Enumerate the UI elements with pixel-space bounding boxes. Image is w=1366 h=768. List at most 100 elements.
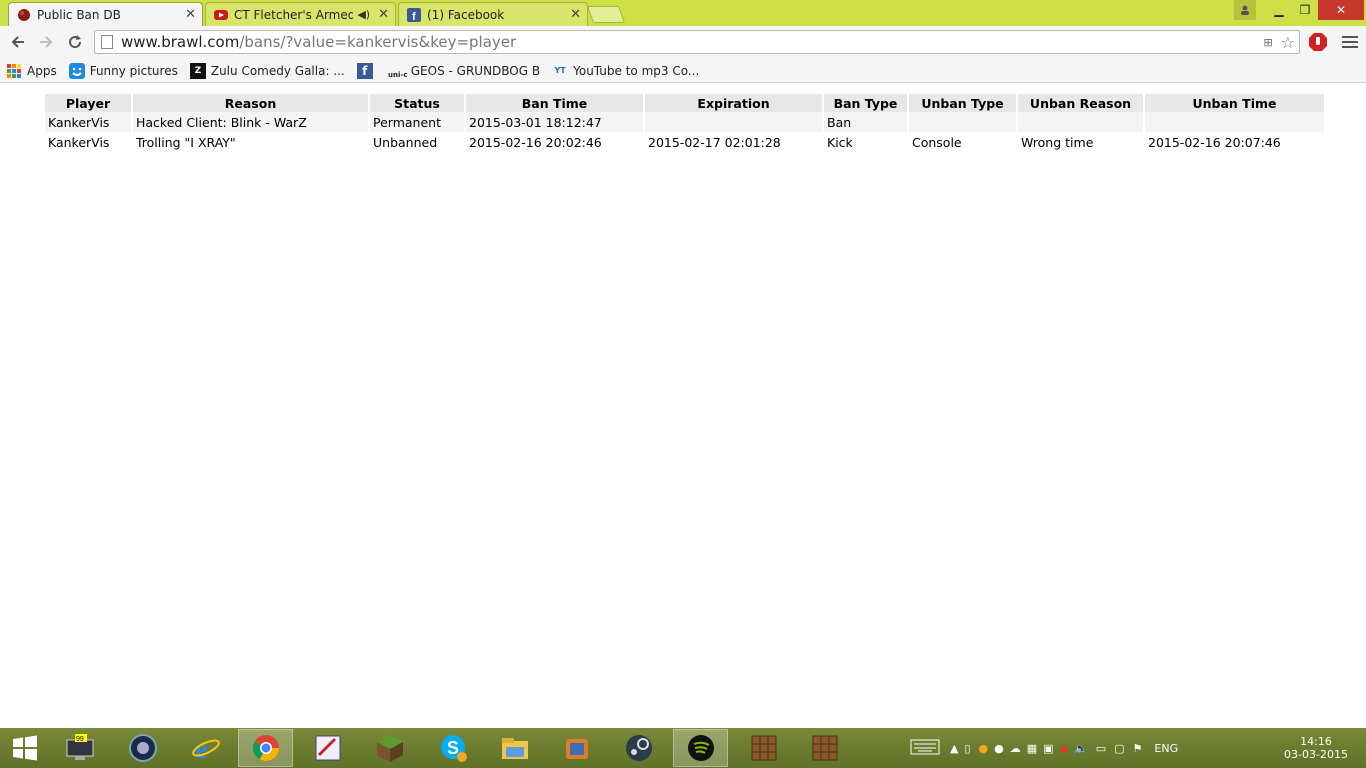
taskbar-internet-explorer[interactable]: e: [178, 729, 233, 767]
tray-onedrive-icon[interactable]: ☁: [1010, 742, 1021, 755]
forward-button[interactable]: [34, 30, 58, 54]
bookmark-geos[interactable]: uni-c GEOS - GRUNDBOG B: [388, 63, 540, 79]
clock-date: 03-03-2015: [1284, 748, 1348, 761]
header-reason: Reason: [133, 94, 368, 112]
taskbar-spotify[interactable]: [673, 729, 728, 767]
bookmarks-bar: Apps Funny pictures Z Zulu Comedy Galla:…: [0, 59, 1366, 83]
chrome-menu-icon[interactable]: [1338, 30, 1362, 54]
cell-expiration: 2015-02-17 02:01:28: [648, 134, 781, 150]
browser-toolbar: www.brawl.com/bans/?value=kankervis&key=…: [0, 26, 1366, 59]
tab-facebook[interactable]: f (1) Facebook ✕: [398, 2, 588, 26]
bookmark-funny-pictures[interactable]: Funny pictures: [68, 62, 178, 79]
speaker-icon: ◀): [357, 8, 371, 21]
header-status: Status: [370, 94, 464, 112]
network-icon[interactable]: ▭: [1096, 742, 1106, 755]
windows-logo-icon: [13, 735, 37, 761]
tv2-zulu-icon: Z: [189, 62, 206, 79]
computer-icon: 99: [66, 734, 93, 760]
funny-pictures-icon: [68, 62, 85, 79]
bookmark-apps[interactable]: Apps: [6, 63, 57, 79]
display-icon[interactable]: ▢: [1114, 742, 1124, 755]
svg-text:99: 99: [76, 736, 84, 743]
tab-close-icon[interactable]: ✕: [185, 7, 196, 22]
taskbar-minecraft-server-1[interactable]: [736, 729, 791, 767]
taskbar-skype[interactable]: S: [425, 729, 480, 767]
minecraft-grass-block-icon: [376, 735, 403, 762]
taskbar-steam[interactable]: [611, 729, 666, 767]
tab-strip: Public Ban DB ✕ CT Fletcher's Armed W ◀)…: [0, 0, 1366, 26]
app-icon: [565, 739, 588, 759]
cell-unban-reason: [1018, 112, 1143, 132]
tab-close-icon[interactable]: ✕: [570, 7, 581, 22]
touch-keyboard-icon[interactable]: [910, 739, 940, 758]
svg-text:f: f: [412, 11, 416, 22]
tab-title: CT Fletcher's Armed W: [234, 7, 354, 22]
start-button[interactable]: [0, 729, 50, 767]
taskbar-file-explorer[interactable]: [487, 729, 542, 767]
tab-youtube[interactable]: CT Fletcher's Armed W ◀) ✕: [205, 2, 396, 26]
volume-icon[interactable]: 🔈: [1074, 742, 1088, 755]
restore-button[interactable]: ❐: [1292, 0, 1318, 20]
taskbar-minecraft-server-2[interactable]: [797, 729, 852, 767]
tray-red-app-icon[interactable]: ◆: [1060, 742, 1068, 755]
reload-button[interactable]: [63, 30, 87, 54]
unic-icon: uni-c: [388, 70, 408, 79]
facebook-favicon-icon: f: [407, 7, 421, 22]
spotify-icon: [687, 735, 714, 761]
bookmark-star-icon[interactable]: ☆: [1281, 33, 1295, 52]
bookmark-zulu-comedy[interactable]: Z Zulu Comedy Galla: ...: [189, 62, 345, 79]
cell-expiration: [645, 112, 822, 132]
new-tab-button[interactable]: [586, 6, 626, 23]
skype-icon: S: [440, 735, 467, 762]
taskbar-app[interactable]: [549, 729, 604, 767]
action-center-flag-icon[interactable]: ⚑: [1133, 742, 1143, 755]
tray-network-adapter-icon[interactable]: ▣: [1043, 742, 1053, 755]
tray-phone-icon[interactable]: ▯: [964, 742, 970, 755]
youtube-favicon-icon: [214, 8, 228, 22]
crafting-table-icon: [751, 735, 776, 761]
taskbar-computer[interactable]: 99: [52, 729, 107, 767]
header-player: Player: [45, 94, 131, 112]
user-profile-icon[interactable]: [1234, 0, 1256, 20]
clock[interactable]: 14:16 03-03-2015: [1284, 728, 1348, 768]
youtube-mp3-icon: YT: [554, 66, 566, 75]
cinema4d-icon: [128, 734, 157, 762]
back-button[interactable]: [6, 30, 30, 54]
tab-title: Public Ban DB: [37, 7, 121, 22]
steam-icon: [625, 735, 652, 761]
close-window-button[interactable]: ✕: [1318, 0, 1364, 20]
cell-player: KankerVis: [48, 134, 110, 150]
tab-public-ban-db[interactable]: Public Ban DB ✕: [8, 2, 203, 26]
tray-app-icon[interactable]: ▲: [950, 742, 958, 755]
cell-reason: Trolling "I XRAY": [136, 134, 236, 150]
ban-table: Player Reason Status Ban Time Expiration…: [43, 94, 1326, 152]
tray-notification-icon[interactable]: ●: [979, 742, 989, 755]
bookmark-facebook[interactable]: f: [356, 62, 378, 79]
internet-explorer-icon: e: [191, 734, 220, 763]
taskbar: 99 e S ▲ ▯ ● ● ☁ ▦ ▣ ◆ 🔈 ▭ ▢ ⚑ ENG 14:16…: [0, 728, 1366, 768]
cell-status: Unbanned: [373, 134, 438, 150]
taskbar-chrome[interactable]: [238, 729, 293, 767]
paint-icon: [315, 735, 340, 761]
tab-close-icon[interactable]: ✕: [378, 7, 389, 22]
url-text: www.brawl.com/bans/?value=kankervis&key=…: [121, 33, 517, 51]
header-ban-type: Ban Type: [824, 94, 907, 112]
language-indicator[interactable]: ENG: [1154, 742, 1178, 755]
cell-ban-time: 2015-02-16 20:02:46: [469, 134, 602, 150]
translate-icon[interactable]: ⊞: [1263, 36, 1272, 49]
header-ban-time: Ban Time: [466, 94, 643, 112]
tray-grid-icon[interactable]: ▦: [1027, 742, 1037, 755]
tray-steam-icon[interactable]: ●: [994, 742, 1004, 755]
minimize-button[interactable]: ▁: [1266, 0, 1292, 20]
taskbar-minecraft[interactable]: [362, 729, 417, 767]
header-unban-type: Unban Type: [909, 94, 1016, 112]
facebook-icon: f: [356, 62, 373, 79]
back-arrow-icon: [11, 36, 24, 48]
taskbar-paint[interactable]: [300, 729, 355, 767]
bookmark-youtube-mp3[interactable]: YT YouTube to mp3 Co...: [552, 63, 699, 79]
taskbar-cinema4d[interactable]: [115, 729, 170, 767]
cell-unban-reason: Wrong time: [1021, 134, 1094, 150]
cell-unban-type: Console: [912, 134, 962, 150]
adblock-icon[interactable]: [1306, 30, 1330, 54]
address-bar[interactable]: www.brawl.com/bans/?value=kankervis&key=…: [94, 30, 1300, 54]
